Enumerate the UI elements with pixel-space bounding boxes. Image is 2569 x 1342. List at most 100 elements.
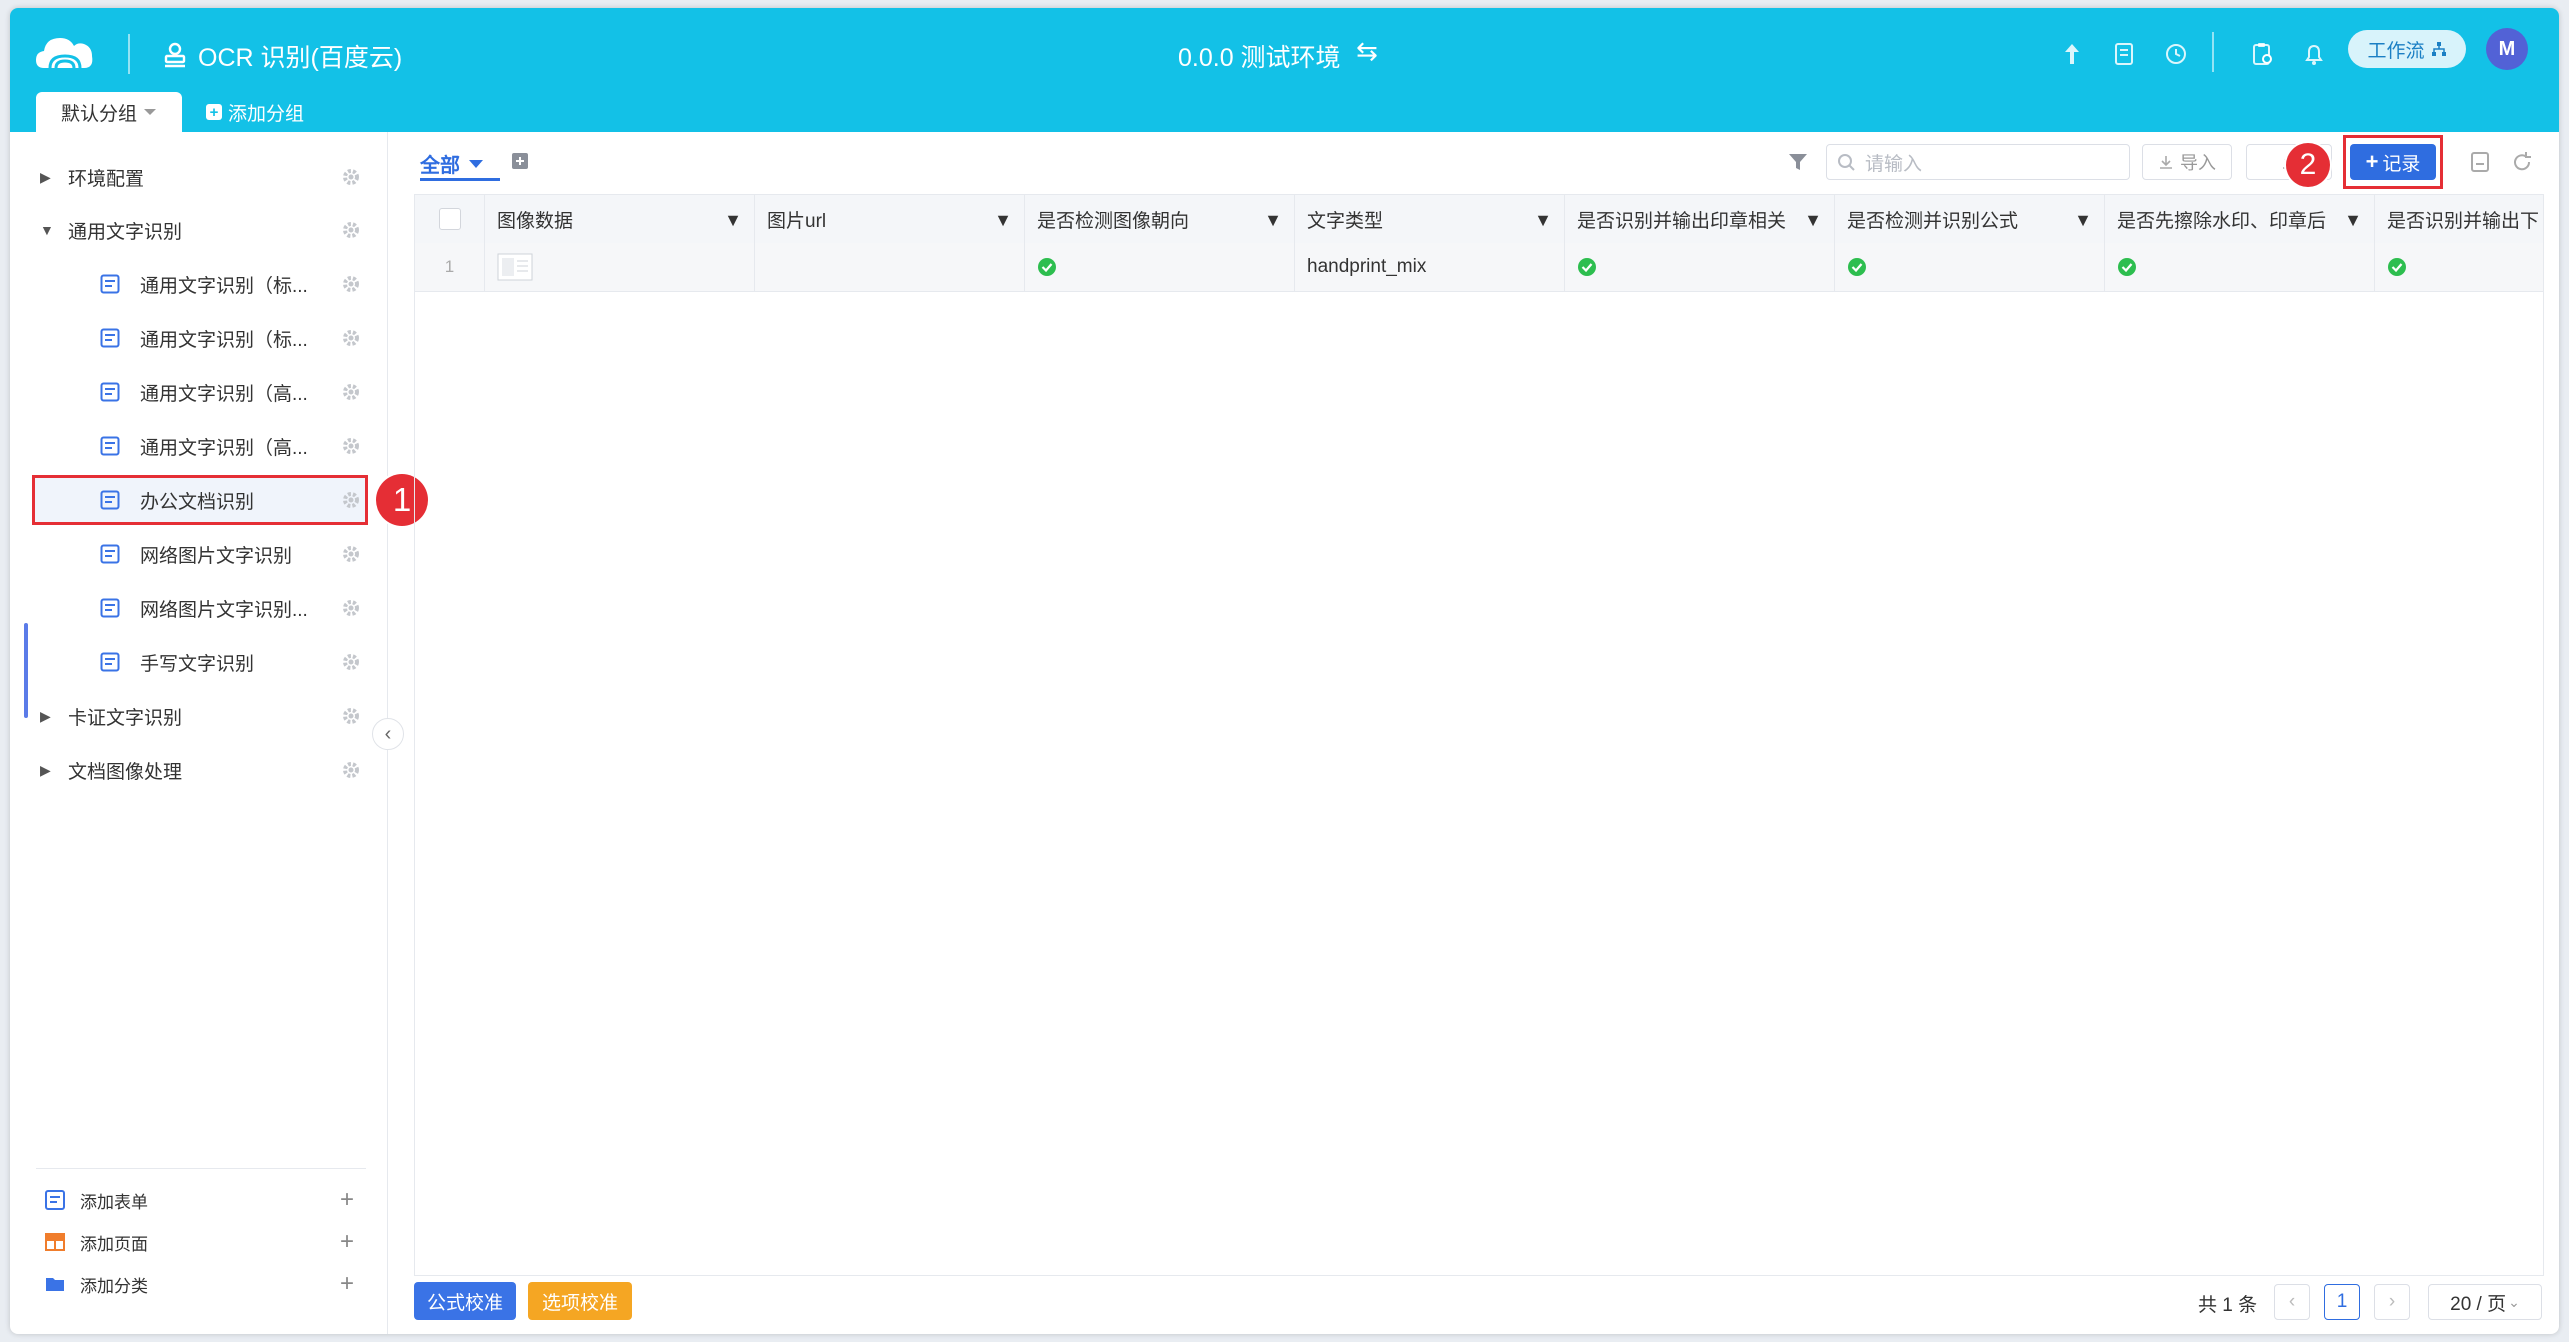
column-title: 是否检测并识别公式 bbox=[1847, 210, 2019, 232]
tree-item-form[interactable]: 通用文字识别（标... bbox=[32, 315, 368, 361]
check-circle-icon bbox=[1038, 258, 1056, 276]
document-icon[interactable] bbox=[2110, 40, 2138, 68]
refresh-icon[interactable] bbox=[2510, 150, 2534, 174]
gear-icon[interactable] bbox=[340, 489, 362, 511]
tree-item-form[interactable]: 手写文字识别 bbox=[32, 639, 368, 685]
detect-direction-cell[interactable] bbox=[1025, 243, 1295, 291]
publish-up-icon[interactable] bbox=[2058, 40, 2086, 68]
gear-icon[interactable] bbox=[340, 381, 362, 403]
gear-icon[interactable] bbox=[340, 166, 362, 188]
output-last-cell[interactable] bbox=[2375, 243, 2543, 291]
formula-calibrate-button[interactable]: 公式校准 bbox=[414, 1282, 516, 1320]
column-header[interactable]: 是否检测并识别公式 ▼ bbox=[1835, 195, 2105, 243]
view-selector-all[interactable]: 全部 bbox=[420, 149, 484, 178]
next-page-button[interactable]: › bbox=[2374, 1284, 2410, 1320]
form-doc-icon bbox=[100, 652, 120, 672]
collapse-sidebar-button[interactable]: ‹ bbox=[372, 718, 404, 750]
plus-icon[interactable]: + bbox=[340, 1270, 354, 1298]
table-page-icon bbox=[45, 1233, 65, 1251]
add-group-tab[interactable]: + 添加分组 bbox=[206, 92, 304, 132]
column-header[interactable]: 是否识别并输出印章相关 ▼ bbox=[1565, 195, 1835, 243]
column-menu-icon[interactable]: ▼ bbox=[2344, 210, 2362, 231]
column-header[interactable]: 图片url ▼ bbox=[755, 195, 1025, 243]
column-header[interactable]: 是否识别并输出下 bbox=[2375, 195, 2543, 243]
tree-item-form[interactable]: 网络图片文字识别... bbox=[32, 585, 368, 631]
column-menu-icon[interactable]: ▼ bbox=[724, 210, 742, 231]
column-menu-icon[interactable]: ▼ bbox=[2074, 210, 2092, 231]
formula-cell[interactable] bbox=[1835, 243, 2105, 291]
column-menu-icon[interactable]: ▼ bbox=[994, 210, 1012, 231]
gear-icon[interactable] bbox=[340, 219, 362, 241]
tree-item-form[interactable]: 通用文字识别（标... bbox=[32, 261, 368, 307]
plus-icon[interactable]: + bbox=[340, 1228, 354, 1256]
image-cell[interactable] bbox=[485, 243, 755, 291]
prev-page-button[interactable]: ‹ bbox=[2274, 1284, 2310, 1320]
seal-cell[interactable] bbox=[1565, 243, 1835, 291]
plus-icon: + bbox=[2365, 149, 2379, 174]
tree-folder-general-ocr[interactable]: ▼ 通用文字识别 bbox=[32, 207, 368, 253]
gear-icon[interactable] bbox=[340, 651, 362, 673]
notification-bell-icon[interactable] bbox=[2300, 40, 2328, 68]
column-header[interactable]: 是否检测图像朝向 ▼ bbox=[1025, 195, 1295, 243]
tree-folder-card-ocr[interactable]: ▶ 卡证文字识别 bbox=[32, 693, 368, 739]
gear-icon[interactable] bbox=[340, 705, 362, 727]
page-size-select[interactable]: 20 / 页 ⌄ bbox=[2428, 1284, 2542, 1320]
column-menu-icon[interactable]: ▼ bbox=[1804, 210, 1822, 231]
tree-item-form[interactable]: 通用文字识别（高... bbox=[32, 423, 368, 469]
expand-down-icon[interactable]: ▼ bbox=[40, 222, 54, 238]
gear-icon[interactable] bbox=[340, 273, 362, 295]
add-record-button[interactable]: + 记录 bbox=[2350, 144, 2436, 180]
tree-label: 通用文字识别（标... bbox=[140, 275, 308, 297]
filter-icon[interactable] bbox=[1786, 150, 1810, 174]
tree-item-office-doc-selected[interactable]: 办公文档识别 bbox=[32, 475, 368, 525]
environment-switch-icon[interactable]: ⇆ bbox=[1356, 36, 1378, 67]
tree-label: 办公文档识别 bbox=[140, 491, 255, 513]
tree-item-form[interactable]: 通用文字识别（高... bbox=[32, 369, 368, 415]
erase-watermark-cell[interactable] bbox=[2105, 243, 2375, 291]
column-menu-icon[interactable]: ▼ bbox=[1534, 210, 1552, 231]
plus-icon[interactable]: + bbox=[340, 1186, 354, 1214]
environment-label[interactable]: 0.0.0 测试环境 bbox=[1178, 38, 1341, 74]
gear-icon[interactable] bbox=[340, 435, 362, 457]
option-calibrate-button[interactable]: 选项校准 bbox=[528, 1282, 632, 1320]
column-header[interactable]: 文字类型 ▼ bbox=[1295, 195, 1565, 243]
print-save-icon[interactable] bbox=[2468, 150, 2492, 174]
expand-right-icon[interactable]: ▶ bbox=[40, 708, 54, 725]
tree-label: 通用文字识别（高... bbox=[140, 383, 308, 405]
expand-right-icon[interactable]: ▶ bbox=[40, 169, 54, 186]
column-header[interactable]: 是否先擦除水印、印章后 ▼ bbox=[2105, 195, 2375, 243]
user-avatar[interactable]: M bbox=[2486, 28, 2528, 70]
add-page-row[interactable]: 添加页面 + bbox=[44, 1226, 354, 1258]
current-page[interactable]: 1 bbox=[2324, 1284, 2360, 1320]
group-tab-default[interactable]: 默认分组 bbox=[36, 92, 182, 132]
select-all-checkbox[interactable] bbox=[438, 208, 461, 230]
history-clock-icon[interactable] bbox=[2162, 40, 2190, 68]
cloud-logo-icon[interactable] bbox=[32, 30, 98, 74]
tree-item-form[interactable]: 网络图片文字识别 bbox=[32, 531, 368, 577]
column-header[interactable]: 图像数据 ▼ bbox=[485, 195, 755, 243]
add-form-row[interactable]: 添加表单 + bbox=[44, 1184, 354, 1216]
url-cell[interactable] bbox=[755, 243, 1025, 291]
add-view-icon[interactable] bbox=[510, 151, 530, 171]
search-input[interactable]: 请输入 bbox=[1826, 144, 2130, 180]
gear-icon[interactable] bbox=[340, 597, 362, 619]
gear-icon[interactable] bbox=[340, 759, 362, 781]
import-button[interactable]: 导入 bbox=[2142, 144, 2232, 180]
add-category-row[interactable]: 添加分类 + bbox=[44, 1268, 354, 1300]
sidebar-scroll-indicator[interactable] bbox=[24, 623, 28, 718]
tree-label: 网络图片文字识别... bbox=[140, 599, 308, 621]
expand-right-icon[interactable]: ▶ bbox=[40, 762, 54, 779]
gear-icon[interactable] bbox=[340, 327, 362, 349]
tree-label: 环境配置 bbox=[68, 168, 145, 190]
tree-folder-env-config[interactable]: ▶ 环境配置 bbox=[32, 154, 368, 200]
table-row[interactable]: 1 handprint_mix bbox=[415, 243, 2543, 292]
tree-label: 通用文字识别（高... bbox=[140, 437, 308, 459]
app-title[interactable]: OCR 识别(百度云) bbox=[198, 38, 402, 74]
text-type-cell[interactable]: handprint_mix bbox=[1295, 243, 1565, 291]
image-thumbnail[interactable] bbox=[497, 253, 533, 281]
workflow-button[interactable]: 工作流 bbox=[2348, 30, 2466, 68]
tree-folder-doc-image[interactable]: ▶ 文档图像处理 bbox=[32, 747, 368, 793]
clipboard-settings-icon[interactable] bbox=[2248, 40, 2276, 68]
gear-icon[interactable] bbox=[340, 543, 362, 565]
column-menu-icon[interactable]: ▼ bbox=[1264, 210, 1282, 231]
